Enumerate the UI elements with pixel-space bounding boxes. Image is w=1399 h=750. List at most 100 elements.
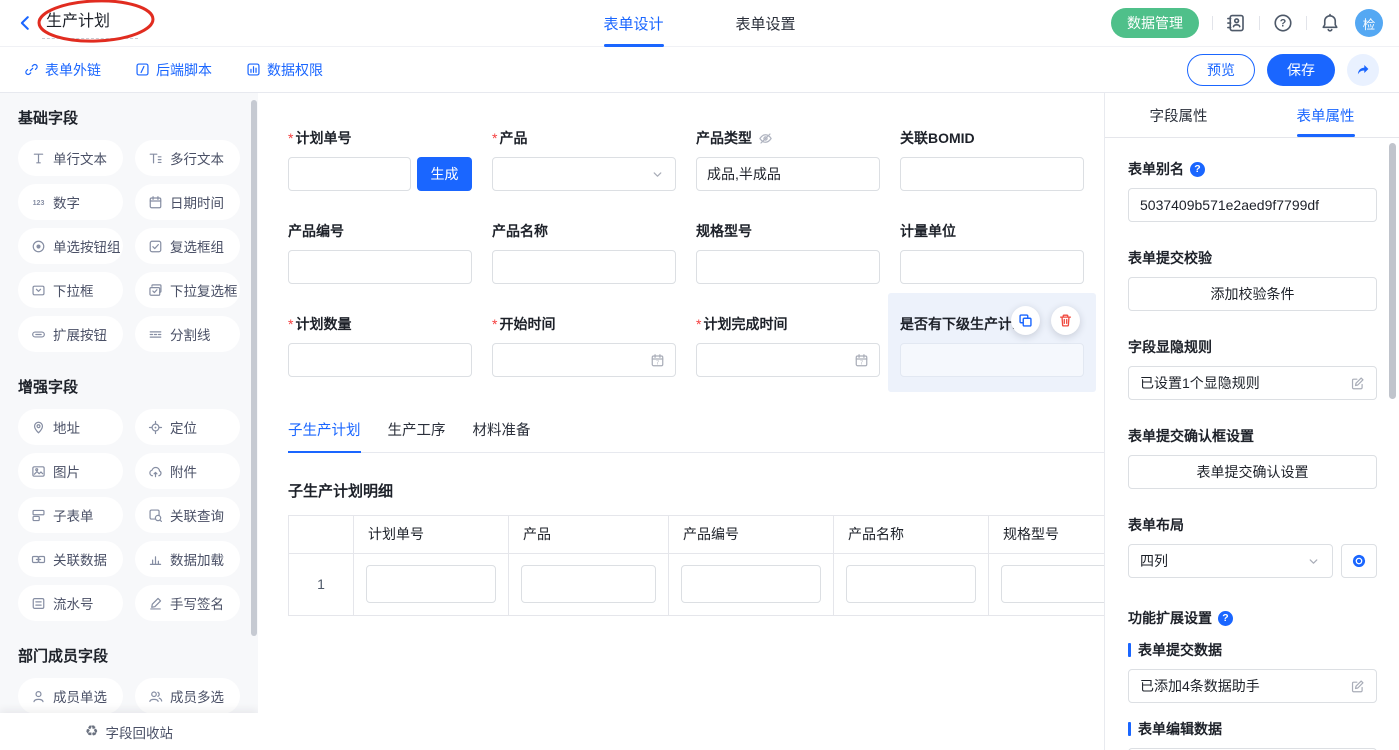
- form-field[interactable]: 计量单位: [900, 221, 1084, 284]
- sidebar-field-item[interactable]: 下拉复选框: [135, 272, 240, 308]
- form-field[interactable]: *计划完成时间 7: [696, 314, 880, 377]
- form-field[interactable]: 关联BOMID: [900, 128, 1084, 191]
- submit-confirm-button[interactable]: 表单提交确认设置: [1128, 455, 1377, 489]
- text-input[interactable]: [288, 343, 472, 377]
- header-tab-active[interactable]: 表单设计: [603, 0, 663, 47]
- form-field[interactable]: *计划单号生成: [288, 128, 472, 191]
- date-input[interactable]: 7: [492, 343, 676, 377]
- add-validation-button[interactable]: 添加校验条件: [1128, 277, 1377, 311]
- toolbar-link[interactable]: 表单外链: [24, 60, 101, 80]
- sidebar-field-label: 定位: [170, 417, 197, 437]
- toolbar-link[interactable]: 数据权限: [246, 60, 323, 80]
- column-header: 产品名称: [834, 515, 989, 553]
- form-field[interactable]: 产品编号: [288, 221, 472, 284]
- form-field[interactable]: *计划数量: [288, 314, 472, 377]
- recycle-bin-label: 字段回收站: [105, 722, 173, 742]
- avatar[interactable]: 检: [1355, 9, 1383, 37]
- sidebar-field-item[interactable]: 分割线: [135, 316, 240, 352]
- cell-input[interactable]: [366, 565, 496, 603]
- field-recycle-bin[interactable]: ♻ 字段回收站: [0, 713, 258, 750]
- cell-input[interactable]: [681, 565, 821, 603]
- subform-tab[interactable]: 子生产计划: [288, 419, 361, 453]
- field-label-text: 产品编号: [288, 221, 344, 241]
- sidebar-scrollbar[interactable]: [251, 100, 257, 636]
- sidebar-field-label: 多行文本: [170, 148, 224, 168]
- edit-icon[interactable]: [1350, 679, 1365, 694]
- save-button[interactable]: 保存: [1267, 54, 1335, 86]
- sidebar-field-item[interactable]: 流水号: [18, 585, 123, 621]
- layout-settings-button[interactable]: [1341, 544, 1377, 578]
- sidebar-field-item[interactable]: 下拉框: [18, 272, 123, 308]
- date-input[interactable]: 7: [696, 343, 880, 377]
- submit-data-field[interactable]: 已添加4条数据助手: [1128, 669, 1377, 703]
- extension-settings-label: 功能扩展设置: [1128, 608, 1212, 628]
- sidebar-field-item[interactable]: 复选框组: [135, 228, 240, 264]
- text-input[interactable]: [288, 250, 472, 284]
- back-icon[interactable]: [16, 14, 34, 32]
- share-button[interactable]: [1347, 54, 1379, 86]
- text-input[interactable]: [900, 343, 1084, 377]
- help-circle-icon[interactable]: ?: [1218, 611, 1233, 626]
- sidebar-field-item[interactable]: 定位: [135, 409, 240, 445]
- sidebar-field-item[interactable]: 成员单选: [18, 678, 123, 714]
- text-input[interactable]: [288, 157, 411, 191]
- help-icon[interactable]: ?: [1273, 13, 1293, 33]
- data-manage-button[interactable]: 数据管理: [1111, 8, 1199, 38]
- generate-button[interactable]: 生成: [417, 157, 472, 191]
- select-input[interactable]: [492, 157, 676, 191]
- toolbar-link[interactable]: 后端脚本: [135, 60, 212, 80]
- visibility-rules-field[interactable]: 已设置1个显隐规则: [1128, 366, 1377, 400]
- sidebar-field-item[interactable]: 单行文本: [18, 140, 123, 176]
- sidebar-field-item[interactable]: 成员多选: [135, 678, 240, 714]
- cell-input[interactable]: [1001, 565, 1104, 603]
- text-input[interactable]: [900, 157, 1084, 191]
- sidebar-field-item[interactable]: 关联查询: [135, 497, 240, 533]
- form-field[interactable]: 产品名称: [492, 221, 676, 284]
- sidebar-field-item[interactable]: 日期时间: [135, 184, 240, 220]
- sidebar-field-item[interactable]: 子表单: [18, 497, 123, 533]
- form-field-selected[interactable]: 是否有下级生产计.: [888, 293, 1096, 392]
- preview-button[interactable]: 预览: [1187, 54, 1255, 86]
- column-header: 产品编号: [669, 515, 834, 553]
- edit-icon[interactable]: [1350, 376, 1365, 391]
- sidebar-field-item[interactable]: 123数字: [18, 184, 123, 220]
- field-label: *计划完成时间: [696, 314, 880, 334]
- sidebar-field-item[interactable]: 地址: [18, 409, 123, 445]
- delete-field-button[interactable]: [1051, 306, 1080, 335]
- sidebar-field-item[interactable]: 图片: [18, 453, 123, 489]
- text-input[interactable]: 成品,半成品: [696, 157, 880, 191]
- relation-data-icon: [31, 552, 46, 567]
- sidebar-field-item[interactable]: 手写签名: [135, 585, 240, 621]
- column-header: 产品: [509, 515, 669, 553]
- panel-tab-active[interactable]: 表单属性: [1252, 93, 1399, 137]
- form-field[interactable]: 产品类型成品,半成品: [696, 128, 880, 191]
- form-field[interactable]: *开始时间7: [492, 314, 676, 377]
- cell-input[interactable]: [846, 565, 976, 603]
- copy-field-button[interactable]: [1011, 306, 1040, 335]
- text-input[interactable]: [900, 250, 1084, 284]
- form-layout-select[interactable]: 四列: [1128, 544, 1333, 578]
- sidebar-field-item[interactable]: 多行文本: [135, 140, 240, 176]
- subform-tab[interactable]: 生产工序: [388, 419, 446, 452]
- form-field[interactable]: 规格型号: [696, 221, 880, 284]
- sidebar-field-item[interactable]: 数据加载: [135, 541, 240, 577]
- field-label: *产品: [492, 128, 676, 148]
- panel-tab-inactive[interactable]: 字段属性: [1105, 93, 1252, 137]
- sidebar-field-item[interactable]: 单选按钮组: [18, 228, 123, 264]
- help-circle-icon[interactable]: ?: [1190, 162, 1205, 177]
- bell-icon[interactable]: [1320, 13, 1340, 33]
- subform-tab[interactable]: 材料准备: [473, 419, 531, 452]
- form-alias-input[interactable]: 5037409b571e2aed9f7799df: [1128, 188, 1377, 222]
- text-input[interactable]: [696, 250, 880, 284]
- sidebar-field-item[interactable]: 关联数据: [18, 541, 123, 577]
- sidebar-field-item[interactable]: 附件: [135, 453, 240, 489]
- header-tab-inactive[interactable]: 表单设置: [736, 0, 796, 47]
- page-title[interactable]: 生产计划: [42, 7, 138, 39]
- text-input[interactable]: [492, 250, 676, 284]
- form-field[interactable]: *产品: [492, 128, 676, 191]
- accent-bar: [1128, 643, 1131, 657]
- sidebar-field-item[interactable]: 扩展按钮: [18, 316, 123, 352]
- cell-input[interactable]: [521, 565, 656, 603]
- contacts-icon[interactable]: [1226, 13, 1246, 33]
- panel-scrollbar[interactable]: [1389, 143, 1396, 399]
